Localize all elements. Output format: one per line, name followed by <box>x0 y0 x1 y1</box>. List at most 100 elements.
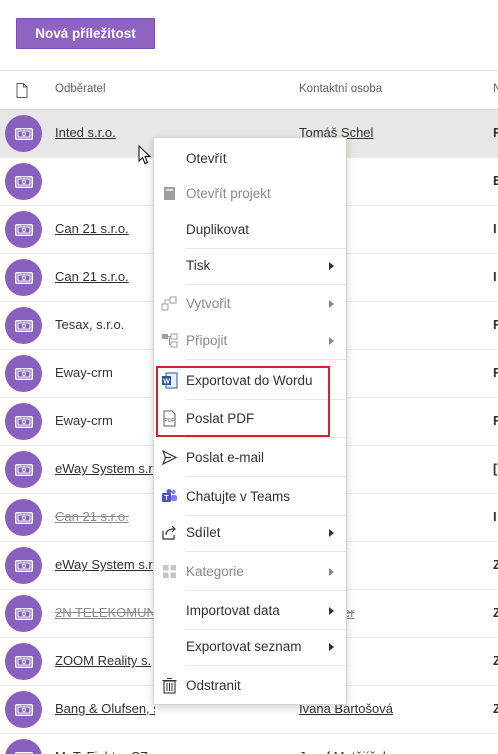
chevron-right-icon <box>329 643 334 651</box>
menu-item-otevrit[interactable]: Otevřít <box>154 141 346 177</box>
project-icon <box>161 185 178 202</box>
avatar[interactable] <box>5 451 42 488</box>
svg-text:T: T <box>164 495 169 502</box>
create-icon <box>161 295 178 312</box>
avatar[interactable] <box>5 739 42 754</box>
third-column-value: I <box>493 221 497 236</box>
menu-item-tisk[interactable]: Tisk <box>154 248 346 284</box>
company-name[interactable]: M. T. Fighter CZ <box>55 749 148 754</box>
table-header: Odběratel Kontaktní osoba N <box>0 70 498 110</box>
company-name[interactable]: Inted s.r.o. <box>55 125 116 140</box>
menu-separator <box>186 665 346 666</box>
menu-item-vytvorit[interactable]: Vytvořit <box>154 286 346 322</box>
opportunity-icon <box>14 415 33 428</box>
third-column-value: Z <box>493 605 498 620</box>
third-column-value: [ <box>493 461 498 476</box>
new-opportunity-button[interactable]: Nová příležitost <box>16 18 155 49</box>
avatar[interactable] <box>5 211 42 248</box>
company-name[interactable]: eWay System s.r. <box>55 461 155 476</box>
opportunity-icon <box>14 175 33 188</box>
company-name[interactable]: 2N TELEKOMUNI <box>55 605 155 620</box>
chevron-right-icon <box>329 607 334 615</box>
third-column-value: F <box>493 365 498 380</box>
menu-item-label: Importovat data <box>186 603 280 618</box>
menu-item-label: Poslat PDF <box>186 411 255 426</box>
opportunity-icon <box>14 463 33 476</box>
chevron-right-icon <box>329 300 334 308</box>
avatar[interactable] <box>5 259 42 296</box>
menu-separator <box>186 359 346 360</box>
menu-item-kategorie[interactable]: Kategorie <box>154 554 346 590</box>
menu-item-poslat-pdf[interactable]: PDF Poslat PDF <box>154 401 346 437</box>
avatar[interactable] <box>5 163 42 200</box>
company-name[interactable]: eWay System s.r. <box>55 557 155 572</box>
third-column-value: Z <box>493 701 498 716</box>
word-icon: W <box>161 372 178 389</box>
teams-icon: T <box>161 488 178 505</box>
company-name[interactable]: Bang & Olufsen, s.r.o. <box>55 701 155 716</box>
share-icon <box>161 524 178 541</box>
svg-text:W: W <box>163 379 170 386</box>
menu-item-duplikovat[interactable]: Duplikovat <box>154 212 346 248</box>
menu-item-exportovat-do-wordu[interactable]: W Exportovat do Wordu <box>154 363 346 399</box>
menu-separator <box>186 476 346 477</box>
document-icon <box>16 83 28 98</box>
avatar[interactable] <box>5 403 42 440</box>
chevron-right-icon <box>329 262 334 270</box>
company-name: Eway-crm <box>55 413 113 428</box>
column-header-kontakt[interactable]: Kontaktní osoba <box>299 83 382 95</box>
menu-item-otevrit-projekt[interactable]: Otevřít projekt <box>154 176 346 212</box>
table-row[interactable]: M. T. Fighter CZ Josef Matějíček <box>0 734 498 754</box>
avatar[interactable] <box>5 115 42 152</box>
menu-item-exportovat-seznam[interactable]: Exportovat seznam <box>154 629 346 665</box>
company-name[interactable]: ZOOM Reality s. <box>55 653 151 668</box>
menu-separator <box>186 590 346 591</box>
menu-item-label: Vytvořit <box>186 296 231 311</box>
chevron-right-icon <box>329 337 334 345</box>
menu-item-label: Odstranit <box>186 678 241 693</box>
opportunity-icon <box>14 271 33 284</box>
menu-item-label: Poslat e-mail <box>186 450 265 465</box>
avatar[interactable] <box>5 355 42 392</box>
menu-item-odstranit[interactable]: Odstranit <box>154 668 346 704</box>
opportunity-icon <box>14 607 33 620</box>
menu-separator <box>186 284 346 285</box>
menu-item-sdilet[interactable]: Sdílet <box>154 515 346 551</box>
opportunity-icon <box>14 127 33 140</box>
third-column-value: E <box>493 173 498 188</box>
opportunity-icon <box>14 223 33 236</box>
menu-item-label: Tisk <box>186 258 211 273</box>
menu-item-label: Připojit <box>186 333 228 348</box>
menu-item-label: Sdílet <box>186 525 221 540</box>
pdf-icon: PDF <box>161 410 178 427</box>
chevron-right-icon <box>329 568 334 576</box>
column-header-third[interactable]: N <box>493 83 498 95</box>
company-name[interactable]: Can 21 s.r.o. <box>55 509 129 524</box>
menu-item-label: Exportovat seznam <box>186 639 302 654</box>
avatar[interactable] <box>5 499 42 536</box>
avatar[interactable] <box>5 643 42 680</box>
menu-item-label: Otevřít projekt <box>186 186 271 201</box>
menu-item-chatujte-v-teams[interactable]: T Chatujte v Teams <box>154 479 346 515</box>
third-column-value: Z <box>493 557 498 572</box>
menu-separator <box>186 437 346 438</box>
avatar[interactable] <box>5 307 42 344</box>
third-column-value: I <box>493 509 497 524</box>
menu-item-poslat-e-mail[interactable]: Poslat e-mail <box>154 440 346 476</box>
contact-name[interactable]: Josef Matějíček <box>299 749 389 754</box>
menu-item-label: Duplikovat <box>186 222 250 237</box>
menu-separator <box>186 551 346 552</box>
delete-icon <box>161 677 178 694</box>
avatar[interactable] <box>5 547 42 584</box>
opportunity-icon <box>14 559 33 572</box>
menu-item-importovat-data[interactable]: Importovat data <box>154 593 346 629</box>
column-header-odberatel[interactable]: Odběratel <box>55 83 106 95</box>
avatar[interactable] <box>5 595 42 632</box>
opportunity-icon <box>14 655 33 668</box>
menu-item-label: Exportovat do Wordu <box>186 373 313 388</box>
menu-item-pripojit[interactable]: Připojit <box>154 323 346 359</box>
avatar[interactable] <box>5 691 42 728</box>
company-name[interactable]: Can 21 s.r.o. <box>55 221 129 236</box>
company-name: Tesax, s.r.o. <box>55 317 125 332</box>
company-name[interactable]: Can 21 s.r.o. <box>55 269 129 284</box>
